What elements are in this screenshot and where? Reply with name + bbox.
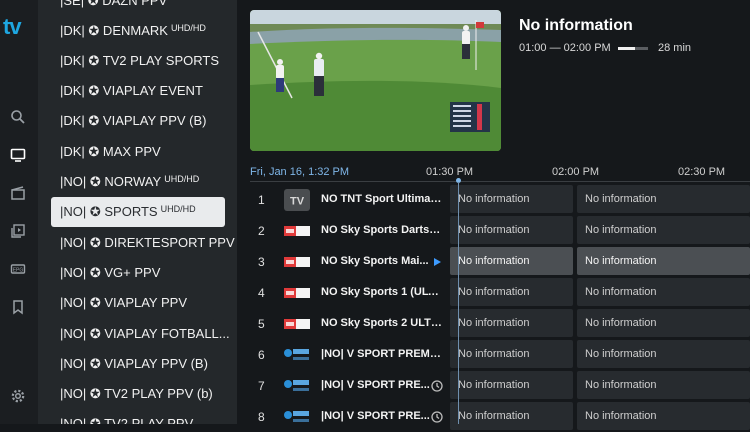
channel-name[interactable]: |NO| V SPORT PRE... — [321, 379, 443, 391]
history-icon[interactable] — [430, 410, 444, 424]
group-item[interactable]: |NO| ✪ TV2 PLAY PPV — [51, 409, 225, 424]
group-item[interactable]: |DK| ✪ DENMARK UHD/HD — [51, 16, 225, 46]
program-cell[interactable]: No information — [450, 402, 573, 430]
channel-logo — [283, 344, 311, 366]
timeline-slot-label: 01:30 PM — [426, 166, 474, 178]
settings-icon[interactable] — [9, 387, 27, 405]
tv-icon[interactable] — [9, 146, 27, 164]
epg-row[interactable]: 4 NO Sky Sports 1 (ULTR... No information N… — [250, 278, 750, 308]
now-playing-duration: 28 min — [658, 42, 692, 54]
app-logo: tv — [3, 14, 22, 39]
group-item-selected[interactable]: |NO| ✪ SPORTS UHD/HD — [51, 197, 225, 227]
program-cell[interactable]: No information — [450, 340, 573, 368]
search-icon[interactable] — [9, 108, 27, 126]
channel-logo — [283, 375, 311, 397]
epg-row[interactable]: 3 NO Sky Sports Mai... No information No in… — [250, 247, 750, 277]
channel-number: 1 — [258, 193, 265, 207]
channel-number: 4 — [258, 286, 265, 300]
nav-rail: tv EPG — [0, 0, 38, 424]
video-preview[interactable] — [250, 10, 501, 151]
program-cell[interactable]: No information — [577, 309, 750, 337]
now-marker-line — [458, 182, 459, 424]
program-cell[interactable]: No information — [450, 216, 573, 244]
group-item[interactable]: |DK| ✪ MAX PPV — [51, 137, 225, 167]
history-icon[interactable] — [430, 379, 444, 393]
program-cell[interactable]: No information — [577, 402, 750, 430]
group-item[interactable]: |DK| ✪ TV2 PLAY SPORTS — [51, 46, 225, 76]
program-cell[interactable]: No information — [577, 278, 750, 306]
channel-logo — [283, 251, 311, 273]
program-cell[interactable]: No information — [450, 371, 573, 399]
timeline-slot-label: 02:30 PM — [678, 166, 726, 178]
channel-logo: TV — [283, 189, 311, 211]
channel-number: 6 — [258, 348, 265, 362]
program-cell[interactable]: No information — [577, 185, 750, 213]
channel-name[interactable]: |NO| V SPORT PRE... — [321, 410, 443, 422]
timeline-slot-label: 02:00 PM — [552, 166, 600, 178]
epg-row[interactable]: 7 |NO| V SPORT PRE... No information No inf… — [250, 371, 750, 401]
series-icon[interactable] — [9, 222, 27, 240]
epg-icon[interactable]: EPG — [9, 260, 27, 278]
timeline-date: Fri, Jan 16, 1:32 PM — [250, 166, 350, 178]
svg-text:EPG: EPG — [13, 267, 24, 273]
program-cell[interactable]: No information — [577, 340, 750, 368]
program-cell[interactable]: No information — [577, 371, 750, 399]
now-playing-time: 01:00 — 02:00 PM — [519, 42, 611, 54]
epg-row[interactable]: 8 |NO| V SPORT PRE... No information No inf… — [250, 402, 750, 432]
group-item[interactable]: |NO| ✪ TV2 PLAY PPV (b) — [51, 379, 225, 409]
play-icon[interactable] — [430, 255, 444, 269]
channel-logo — [283, 313, 311, 335]
group-item[interactable]: |NO| ✪ VIAPLAY FOTBALL... — [51, 319, 230, 349]
group-item[interactable]: |DK| ✪ VIAPLAY EVENT — [51, 76, 225, 106]
group-item[interactable]: |DK| ✪ VIAPLAY PPV (B) — [51, 106, 225, 136]
channel-name[interactable]: |NO| V SPORT PREMIER... — [321, 348, 443, 360]
program-cell[interactable]: No information — [450, 309, 573, 337]
channel-number: 7 — [258, 379, 265, 393]
program-cell[interactable]: No information — [450, 278, 573, 306]
program-cell[interactable]: No information — [577, 247, 750, 275]
program-cell[interactable]: No information — [450, 247, 573, 275]
program-cell[interactable]: No information — [577, 216, 750, 244]
epg-row[interactable]: 1 TV NO TNT Sport Ultimate... No informatio… — [250, 185, 750, 215]
progress-fill — [618, 47, 635, 50]
group-item[interactable]: |NO| ✪ NORWAY UHD/HD — [51, 167, 225, 197]
channel-name[interactable]: NO TNT Sport Ultimate... — [321, 193, 443, 205]
epg-row[interactable]: 2 NO Sky Sports Darts UL... No information… — [250, 216, 750, 246]
channel-logo — [283, 406, 311, 428]
group-item[interactable]: |NO| ✪ VIAPLAY PPV — [51, 288, 225, 318]
group-item[interactable]: |NO| ✪ DIREKTESPORT PPV — [51, 228, 235, 258]
channel-number: 5 — [258, 317, 265, 331]
now-playing-progress — [618, 47, 648, 50]
now-playing-title: No information — [519, 17, 633, 34]
timeline-axis — [250, 181, 750, 182]
group-item[interactable]: |SE| ✪ DAZN PPV — [51, 0, 225, 16]
channel-name[interactable]: NO Sky Sports 2 ULTRA... — [321, 317, 443, 329]
channel-name[interactable]: NO Sky Sports Darts UL... — [321, 224, 443, 236]
bookmark-icon[interactable] — [9, 298, 27, 316]
group-item[interactable]: |NO| ✪ VG+ PPV — [51, 258, 225, 288]
epg-row[interactable]: 5 NO Sky Sports 2 ULTRA... No information N… — [250, 309, 750, 339]
channel-name[interactable]: NO Sky Sports 1 (ULTR... — [321, 286, 443, 298]
svg-text:TV: TV — [290, 196, 305, 208]
channel-logo — [283, 220, 311, 242]
movies-icon[interactable] — [9, 184, 27, 202]
group-item[interactable]: |NO| ✪ VIAPLAY PPV (B) — [51, 349, 225, 379]
channel-group-list: |SE| ✪ DAZN PPV |DK| ✪ DENMARK UHD/HD |DK… — [38, 0, 237, 424]
channel-number: 3 — [258, 255, 265, 269]
program-cell[interactable]: No information — [450, 185, 573, 213]
channel-number: 8 — [258, 410, 265, 424]
channel-logo — [283, 282, 311, 304]
channel-name[interactable]: NO Sky Sports Mai... — [321, 255, 443, 267]
epg-row[interactable]: 6 |NO| V SPORT PREMIER... No informationNo… — [250, 340, 750, 370]
channel-number: 2 — [258, 224, 265, 238]
